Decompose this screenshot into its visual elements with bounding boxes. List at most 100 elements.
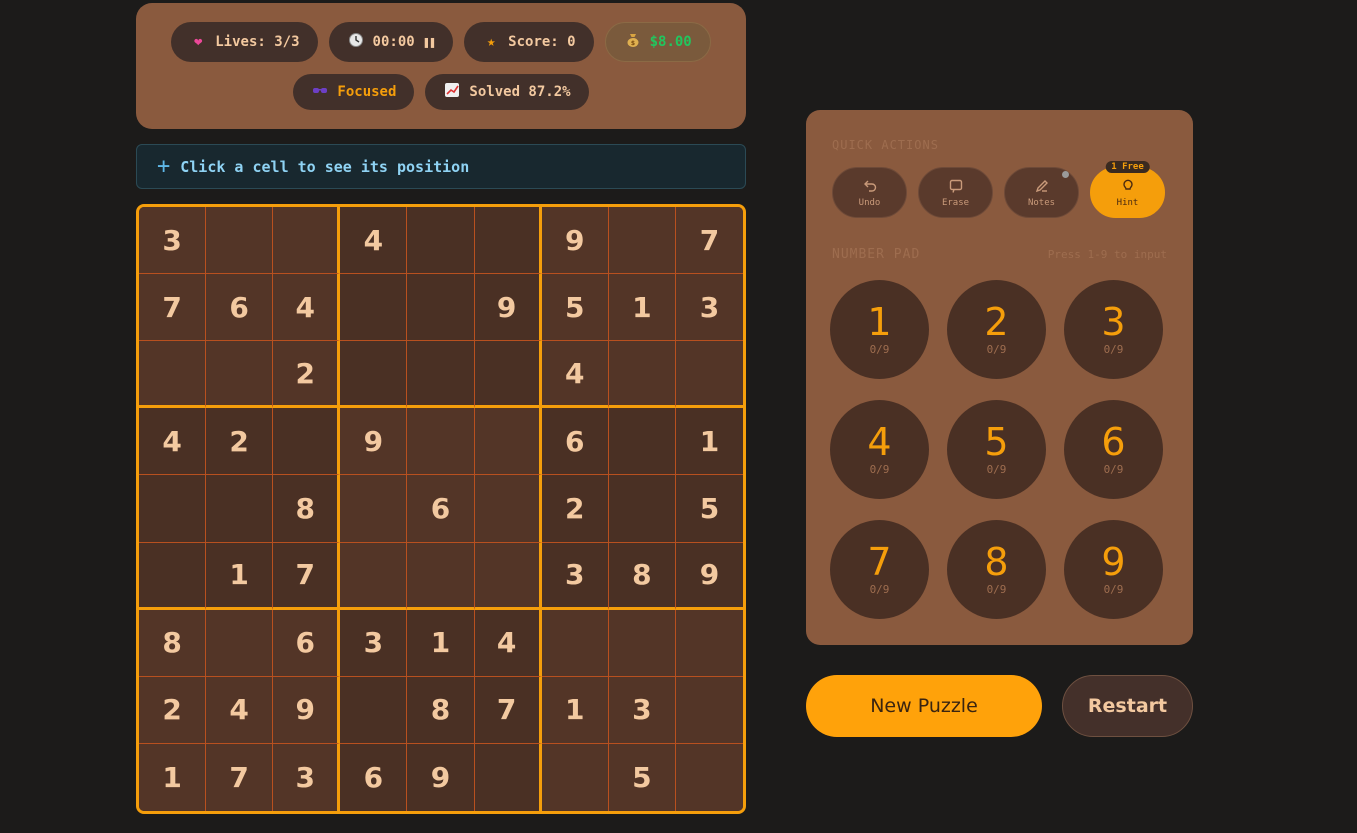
number-button-2[interactable]: 2 0/9 <box>947 280 1046 379</box>
sudoku-cell[interactable]: 9 <box>407 743 475 811</box>
sudoku-cell[interactable] <box>474 542 542 610</box>
sudoku-cell[interactable]: 1 <box>675 408 743 476</box>
sudoku-cell[interactable] <box>139 475 207 543</box>
sudoku-cell[interactable] <box>474 341 542 409</box>
sudoku-cell[interactable]: 6 <box>206 274 274 342</box>
sudoku-cell[interactable]: 5 <box>608 743 676 811</box>
sudoku-cell[interactable]: 2 <box>273 341 341 409</box>
mode-pill[interactable]: Focused <box>293 74 415 110</box>
new-puzzle-button[interactable]: New Puzzle <box>806 675 1042 737</box>
sudoku-cell[interactable]: 6 <box>407 475 475 543</box>
sudoku-cell[interactable] <box>340 542 408 610</box>
sudoku-cell[interactable] <box>407 274 475 342</box>
sudoku-cell[interactable] <box>608 609 676 677</box>
sudoku-cell[interactable]: 8 <box>273 475 341 543</box>
sudoku-cell[interactable]: 6 <box>273 609 341 677</box>
number-button-5[interactable]: 5 0/9 <box>947 400 1046 499</box>
undo-button[interactable]: Undo <box>832 167 907 218</box>
sudoku-cell[interactable]: 9 <box>541 207 609 275</box>
mode-text: Focused <box>337 84 397 100</box>
sudoku-cell[interactable]: 3 <box>340 609 408 677</box>
sudoku-cell[interactable] <box>474 408 542 476</box>
sudoku-cell[interactable]: 4 <box>474 609 542 677</box>
sudoku-cell[interactable]: 6 <box>541 408 609 476</box>
sudoku-cell[interactable]: 1 <box>206 542 274 610</box>
sudoku-cell[interactable]: 5 <box>675 475 743 543</box>
sudoku-cell[interactable] <box>273 207 341 275</box>
sudoku-cell[interactable]: 7 <box>273 542 341 610</box>
sudoku-cell[interactable] <box>340 274 408 342</box>
sudoku-cell[interactable]: 1 <box>139 743 207 811</box>
sudoku-cell[interactable] <box>340 676 408 744</box>
sudoku-cell[interactable]: 9 <box>675 542 743 610</box>
number-button-6[interactable]: 6 0/9 <box>1064 400 1163 499</box>
erase-button[interactable]: Erase <box>918 167 993 218</box>
number-button-8[interactable]: 8 0/9 <box>947 520 1046 619</box>
sudoku-cell[interactable]: 8 <box>608 542 676 610</box>
sudoku-cell[interactable] <box>675 341 743 409</box>
sudoku-cell[interactable]: 8 <box>407 676 475 744</box>
sudoku-cell[interactable] <box>608 475 676 543</box>
number-button-9[interactable]: 9 0/9 <box>1064 520 1163 619</box>
sudoku-cell[interactable]: 7 <box>675 207 743 275</box>
sudoku-cell[interactable] <box>474 475 542 543</box>
timer-pill[interactable]: 00:00 ❚❚ <box>328 22 454 62</box>
sudoku-cell[interactable] <box>407 408 475 476</box>
sudoku-cell[interactable]: 6 <box>340 743 408 811</box>
hint-button[interactable]: 1 Free Hint <box>1090 161 1165 218</box>
sudoku-cell[interactable]: 9 <box>273 676 341 744</box>
sudoku-cell[interactable] <box>206 475 274 543</box>
sudoku-cell[interactable]: 8 <box>139 609 207 677</box>
sudoku-cell[interactable] <box>608 207 676 275</box>
sudoku-cell[interactable] <box>407 341 475 409</box>
sudoku-cell[interactable]: 1 <box>541 676 609 744</box>
sudoku-cell[interactable] <box>541 743 609 811</box>
number-button-4[interactable]: 4 0/9 <box>830 400 929 499</box>
sudoku-cell[interactable]: 7 <box>139 274 207 342</box>
notes-button[interactable]: Notes <box>1004 167 1079 218</box>
sudoku-cell[interactable]: 4 <box>206 676 274 744</box>
sudoku-cell[interactable] <box>273 408 341 476</box>
sudoku-cell[interactable]: 4 <box>139 408 207 476</box>
sudoku-cell[interactable] <box>474 207 542 275</box>
sudoku-cell[interactable] <box>608 341 676 409</box>
sudoku-cell[interactable]: 3 <box>608 676 676 744</box>
pause-icon[interactable]: ❚❚ <box>423 35 436 49</box>
sudoku-cell[interactable] <box>206 207 274 275</box>
sudoku-cell[interactable]: 2 <box>206 408 274 476</box>
sudoku-cell[interactable]: 4 <box>541 341 609 409</box>
sudoku-cell[interactable] <box>340 475 408 543</box>
sudoku-cell[interactable]: 7 <box>474 676 542 744</box>
sudoku-cell[interactable] <box>139 542 207 610</box>
sudoku-cell[interactable]: 9 <box>474 274 542 342</box>
sudoku-cell[interactable]: 7 <box>206 743 274 811</box>
sudoku-cell[interactable]: 5 <box>541 274 609 342</box>
sudoku-cell[interactable] <box>340 341 408 409</box>
number-button-3[interactable]: 3 0/9 <box>1064 280 1163 379</box>
number-button-1[interactable]: 1 0/9 <box>830 280 929 379</box>
sudoku-cell[interactable] <box>608 408 676 476</box>
sudoku-cell[interactable] <box>206 341 274 409</box>
sudoku-cell[interactable] <box>541 609 609 677</box>
sudoku-cell[interactable]: 1 <box>407 609 475 677</box>
sudoku-cell[interactable] <box>675 743 743 811</box>
sudoku-cell[interactable]: 3 <box>675 274 743 342</box>
sudoku-cell[interactable]: 4 <box>340 207 408 275</box>
sudoku-cell[interactable] <box>675 609 743 677</box>
sudoku-cell[interactable] <box>407 542 475 610</box>
sudoku-cell[interactable] <box>675 676 743 744</box>
sudoku-cell[interactable]: 1 <box>608 274 676 342</box>
sudoku-cell[interactable]: 4 <box>273 274 341 342</box>
number-button-7[interactable]: 7 0/9 <box>830 520 929 619</box>
sudoku-cell[interactable] <box>474 743 542 811</box>
sudoku-cell[interactable] <box>206 609 274 677</box>
sudoku-cell[interactable] <box>139 341 207 409</box>
sudoku-cell[interactable]: 2 <box>541 475 609 543</box>
sudoku-cell[interactable]: 2 <box>139 676 207 744</box>
restart-button[interactable]: Restart <box>1062 675 1193 737</box>
sudoku-cell[interactable]: 9 <box>340 408 408 476</box>
sudoku-cell[interactable]: 3 <box>541 542 609 610</box>
sudoku-cell[interactable]: 3 <box>273 743 341 811</box>
sudoku-cell[interactable]: 3 <box>139 207 207 275</box>
sudoku-cell[interactable] <box>407 207 475 275</box>
